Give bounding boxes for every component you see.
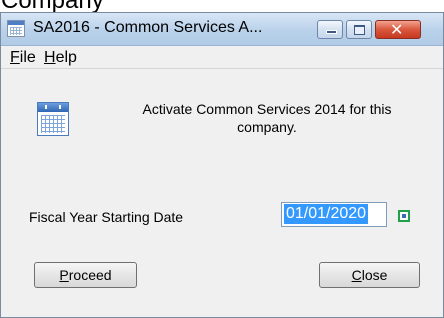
close-icon: ✕	[390, 20, 404, 39]
close-window-button[interactable]: ✕	[375, 20, 421, 39]
menu-file[interactable]: File	[10, 49, 36, 67]
activation-message: Activate Common Services 2014 for this c…	[142, 101, 392, 135]
menu-bar: File Help	[1, 46, 443, 69]
fiscal-year-label: Fiscal Year Starting Date	[29, 209, 184, 225]
maximize-button[interactable]	[346, 20, 372, 39]
calendar-icon	[37, 102, 69, 136]
title-bar[interactable]: SA2016 - Common Services A... ✕	[1, 13, 443, 46]
caption-text: Company	[1, 0, 104, 12]
date-picker-button[interactable]	[398, 210, 410, 222]
close-button[interactable]: Close	[319, 262, 420, 288]
proceed-label: Proceed	[59, 267, 112, 283]
menu-help[interactable]: Help	[44, 49, 77, 67]
calendar-app-icon	[7, 20, 25, 37]
window-title: SA2016 - Common Services A...	[33, 19, 263, 36]
fiscal-date-input[interactable]: 01/01/2020	[281, 202, 387, 227]
maximize-icon	[354, 25, 365, 35]
dialog-window: SA2016 - Common Services A... ✕ File Hel…	[0, 12, 444, 318]
fiscal-date-value: 01/01/2020	[284, 204, 369, 224]
minimize-button[interactable]	[317, 20, 343, 39]
caption-strip: Company	[0, 0, 444, 12]
minimize-icon	[326, 30, 337, 34]
date-picker-icon	[402, 214, 406, 218]
proceed-button[interactable]: Proceed	[34, 262, 137, 288]
dialog-content: Activate Common Services 2014 for this c…	[1, 69, 443, 317]
close-label: Close	[351, 267, 388, 283]
